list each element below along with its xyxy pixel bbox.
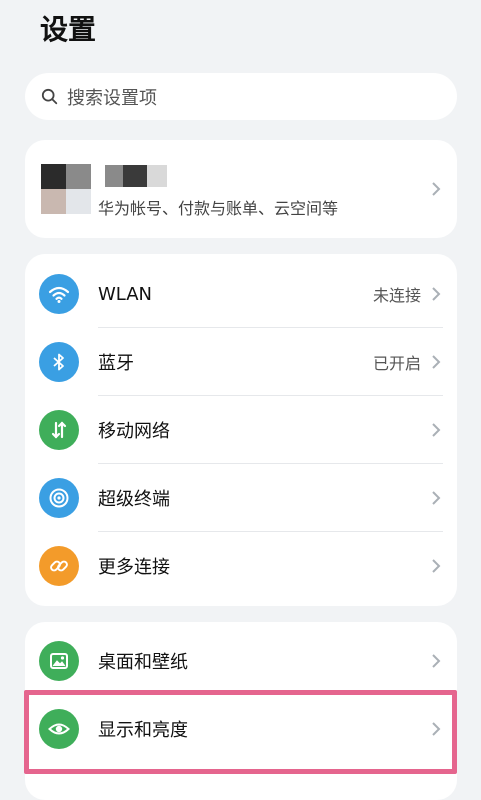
wlan-label: WLAN <box>98 283 153 305</box>
settings-item-super-device[interactable]: 超级终端 <box>25 464 457 532</box>
settings-item-wlan[interactable]: WLAN 未连接 <box>25 260 457 328</box>
chevron-right-icon <box>432 423 441 437</box>
bluetooth-icon <box>39 342 79 382</box>
account-card[interactable]: 华为帐号、付款与账单、云空间等 <box>25 140 457 238</box>
chevron-right-icon <box>432 355 441 369</box>
chevron-right-icon <box>432 559 441 573</box>
wallpaper-icon <box>39 641 79 681</box>
chevron-right-icon <box>432 287 441 301</box>
settings-item-bluetooth[interactable]: 蓝牙 已开启 <box>25 328 457 396</box>
search-icon <box>41 88 58 104</box>
highlight-frame <box>24 690 457 774</box>
more-connections-label: 更多连接 <box>98 557 170 578</box>
link-icon <box>39 546 79 586</box>
chevron-right-icon <box>432 654 441 668</box>
account-name-redacted <box>105 165 185 189</box>
bluetooth-label: 蓝牙 <box>98 353 134 374</box>
settings-item-wallpaper[interactable]: 桌面和壁纸 <box>25 627 457 695</box>
search-bar[interactable]: 搜索设置项 <box>25 73 457 120</box>
page-title: 设置 <box>40 13 97 46</box>
account-subtitle: 华为帐号、付款与账单、云空间等 <box>98 199 339 218</box>
mobile-network-label: 移动网络 <box>98 421 170 442</box>
search-placeholder: 搜索设置项 <box>67 87 157 109</box>
avatar <box>41 164 91 214</box>
mobile-data-icon <box>39 410 79 450</box>
settings-item-mobile-network[interactable]: 移动网络 <box>25 396 457 464</box>
settings-item-more-connections[interactable]: 更多连接 <box>25 532 457 600</box>
connectivity-card: WLAN 未连接 蓝牙 已开启 移动网络 超级终端 更多连接 <box>25 254 457 606</box>
wallpaper-label: 桌面和壁纸 <box>98 652 188 673</box>
wlan-status: 未连接 <box>372 286 421 305</box>
chevron-right-icon <box>432 182 441 196</box>
super-device-label: 超级终端 <box>98 489 170 510</box>
wifi-icon <box>39 274 79 314</box>
super-device-icon <box>39 478 79 518</box>
chevron-right-icon <box>432 491 441 505</box>
bluetooth-status: 已开启 <box>372 354 421 373</box>
